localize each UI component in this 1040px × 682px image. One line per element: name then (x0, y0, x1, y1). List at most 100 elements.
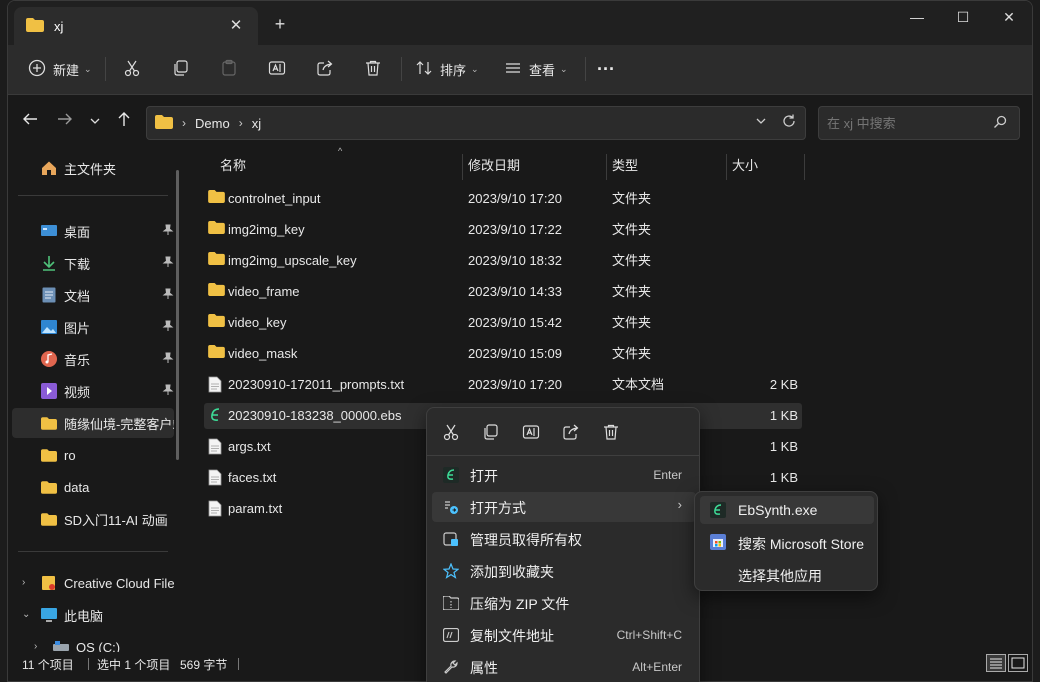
expand-chevron-icon[interactable]: › (22, 577, 25, 588)
pin-icon[interactable] (162, 320, 174, 335)
cut-icon[interactable] (439, 420, 463, 444)
sort-button[interactable]: 排序 ⌄ (415, 55, 479, 83)
column-divider[interactable] (804, 154, 805, 180)
context-copy-path[interactable]: 复制文件地址 Ctrl+Shift+C (432, 620, 696, 650)
file-name: 20230910-183238_00000.ebs (228, 408, 402, 423)
sidebar-scrollbar[interactable] (176, 170, 179, 460)
sidebar-item-videos[interactable]: 视频 (40, 376, 174, 406)
copy-icon[interactable] (479, 420, 503, 444)
column-divider[interactable] (606, 154, 607, 180)
folder-icon (155, 114, 173, 132)
file-size: 2 KB (769, 377, 798, 392)
sidebar-item-desktop[interactable]: 桌面 (40, 216, 174, 246)
up-arrow-icon[interactable] (112, 111, 136, 135)
maximize-button[interactable]: ☐ (943, 5, 983, 29)
sidebar-item-pinned-folder[interactable]: 随缘仙境-完整客户端 (12, 408, 174, 438)
breadcrumb-xj[interactable]: xj (252, 116, 261, 131)
file-date: 2023/9/10 14:33 (468, 284, 562, 299)
column-header-date[interactable]: 修改日期 (468, 154, 520, 178)
submenu-search-store[interactable]: 搜索 Microsoft Store (700, 528, 874, 556)
sidebar-item-label: 随缘仙境-完整客户端 (64, 416, 174, 432)
submenu-choose-other-app[interactable]: 选择其他应用 (700, 560, 874, 588)
sidebar-item-ro[interactable]: ro (40, 440, 174, 470)
context-take-ownership[interactable]: 管理员取得所有权 (432, 524, 696, 554)
sidebar-item-this-pc[interactable]: 此电脑 (40, 600, 174, 630)
collapse-chevron-icon[interactable]: ⌄ (22, 609, 30, 620)
address-history-chevron-icon[interactable] (755, 115, 767, 130)
context-open-with[interactable]: 打开方式 › (432, 492, 696, 522)
table-row[interactable]: controlnet_input 2023/9/10 17:20 文件夹 (204, 186, 802, 212)
column-header-type[interactable]: 类型 (612, 154, 638, 178)
table-row[interactable]: img2img_upscale_key 2023/9/10 18:32 文件夹 (204, 248, 802, 274)
pin-icon[interactable] (162, 288, 174, 303)
view-button[interactable]: 查看 ⌄ (504, 55, 568, 83)
text-file-icon (208, 376, 222, 396)
column-divider[interactable] (462, 154, 463, 180)
sidebar-item-data[interactable]: data (40, 472, 174, 502)
open-with-submenu: EbSynth.exe 搜索 Microsoft Store 选择其他应用 (694, 491, 878, 591)
address-bar[interactable]: › Demo › xj (146, 106, 806, 140)
sidebar-item-home[interactable]: 主文件夹 (40, 153, 170, 183)
trash-icon[interactable] (599, 420, 623, 444)
expand-chevron-icon[interactable]: › (34, 641, 37, 652)
pin-icon[interactable] (162, 352, 174, 367)
search-input[interactable] (827, 114, 987, 132)
context-open[interactable]: 打开 Enter (432, 460, 696, 490)
table-row[interactable]: video_frame 2023/9/10 14:33 文件夹 (204, 279, 802, 305)
recent-locations-chevron-icon[interactable] (83, 111, 107, 135)
tab-close-icon[interactable]: ✕ (226, 16, 246, 36)
table-row[interactable]: video_mask 2023/9/10 15:09 文件夹 (204, 341, 802, 367)
column-divider[interactable] (726, 154, 727, 180)
breadcrumb-demo[interactable]: Demo (195, 116, 230, 131)
table-row[interactable]: 20230910-172011_prompts.txt 2023/9/10 17… (204, 372, 802, 398)
file-type: 文件夹 (612, 253, 652, 268)
pin-icon[interactable] (162, 384, 174, 399)
refresh-icon[interactable] (781, 113, 797, 133)
details-view-icon[interactable] (986, 654, 1006, 672)
rename-icon[interactable] (519, 420, 543, 444)
column-header-size[interactable]: 大小 (732, 154, 758, 178)
pin-icon[interactable] (162, 224, 174, 239)
creative-cloud-folder-icon (40, 574, 58, 592)
new-button[interactable]: 新建 ⌄ (28, 55, 92, 83)
share-icon[interactable] (559, 420, 583, 444)
sidebar-item-sd-tutorial[interactable]: SD入门11-AI 动画 (40, 504, 174, 534)
table-row[interactable]: img2img_key 2023/9/10 17:22 文件夹 (204, 217, 802, 243)
more-options-button[interactable]: ··· (597, 55, 615, 83)
column-header-name[interactable]: 名称 (220, 154, 246, 178)
copy-button[interactable] (172, 55, 190, 83)
sidebar-item-os-drive[interactable]: OS (C:) (52, 632, 174, 652)
share-button[interactable] (316, 55, 334, 83)
sidebar-item-documents[interactable]: 文档 (40, 280, 174, 310)
pin-icon[interactable] (162, 256, 174, 271)
file-size: 1 KB (769, 408, 798, 423)
rename-button[interactable] (268, 55, 286, 83)
back-arrow-icon[interactable] (18, 111, 42, 135)
delete-button[interactable] (364, 55, 382, 83)
new-tab-button[interactable]: + (270, 14, 290, 34)
plus-circle-icon (28, 59, 46, 80)
sidebar-item-downloads[interactable]: 下载 (40, 248, 174, 278)
item-count: 11 个项目 (22, 658, 74, 672)
minimize-button[interactable]: — (897, 5, 937, 29)
sort-icon (415, 59, 433, 80)
sidebar-item-music[interactable]: 音乐 (40, 344, 174, 374)
sidebar-item-creative-cloud[interactable]: Creative Cloud Files (40, 568, 174, 598)
search-box[interactable] (818, 106, 1020, 140)
context-compress-zip[interactable]: 压缩为 ZIP 文件 (432, 588, 696, 618)
table-row[interactable]: video_key 2023/9/10 15:42 文件夹 (204, 310, 802, 336)
file-date: 2023/9/10 17:20 (468, 191, 562, 206)
forward-arrow-icon[interactable] (53, 111, 77, 135)
file-date: 2023/9/10 15:09 (468, 346, 562, 361)
tab-xj[interactable]: xj ✕ (14, 7, 258, 45)
context-properties[interactable]: 属性 Alt+Enter (432, 652, 696, 682)
selected-size: 569 字节 (180, 658, 228, 672)
file-type: 文件夹 (612, 191, 652, 206)
cut-button[interactable] (123, 55, 141, 83)
paste-button[interactable] (220, 55, 238, 83)
sidebar-item-pictures[interactable]: 图片 (40, 312, 174, 342)
close-button[interactable]: ✕ (989, 5, 1029, 29)
submenu-ebsynth[interactable]: EbSynth.exe (700, 496, 874, 524)
context-add-favorites[interactable]: 添加到收藏夹 (432, 556, 696, 586)
large-icons-view-icon[interactable] (1008, 654, 1028, 672)
